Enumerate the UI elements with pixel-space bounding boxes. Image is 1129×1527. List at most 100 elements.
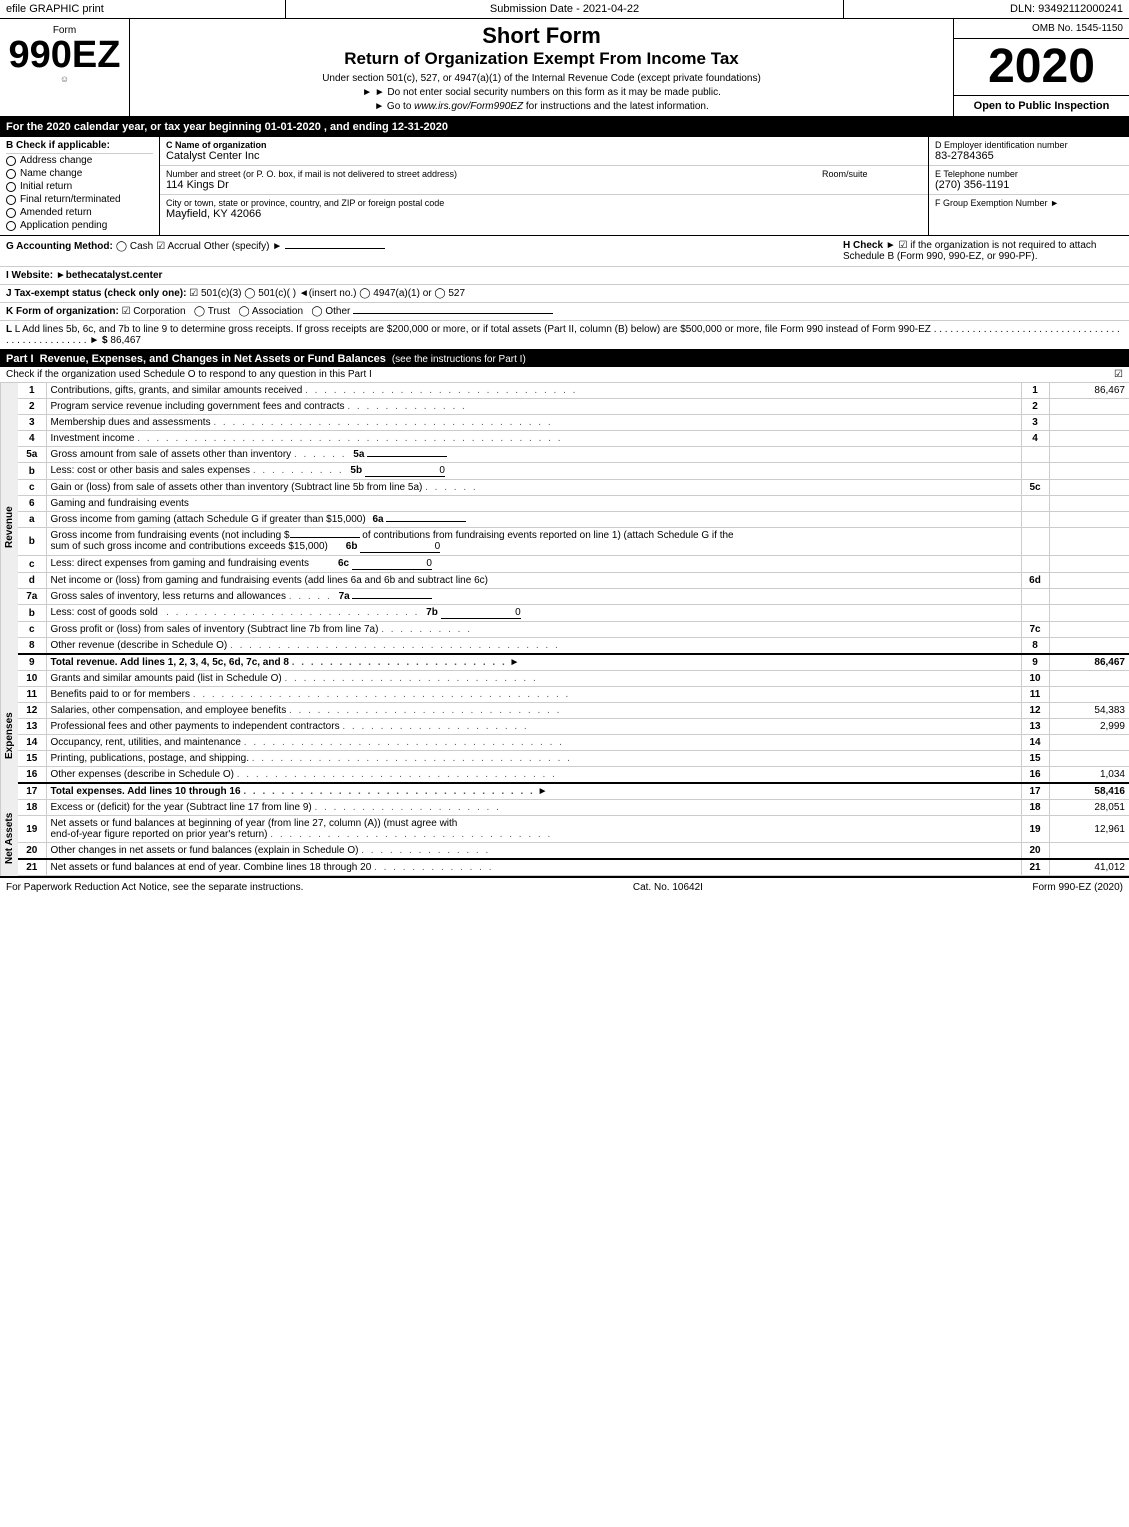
line-desc-10: Grants and similar amounts paid (list in… [46,671,1021,687]
line-ref-7b [1021,605,1049,622]
footer-mid: Cat. No. 10642I [633,882,703,893]
line-num-8: 8 [18,638,46,655]
line-num-5a: 5a [18,447,46,463]
omb-block: OMB No. 1545-1150 [954,19,1129,39]
check-col: B Check if applicable: Address change Na… [0,137,160,235]
phone-block: E Telephone number (270) 356-1191 [929,166,1129,195]
line-val-6b [1049,528,1129,556]
line-val-5a [1049,447,1129,463]
l-label: L [6,324,15,335]
table-row: 13 Professional fees and other payments … [18,719,1129,735]
line-val-7a [1049,589,1129,605]
line-desc-6d: Net income or (loss) from gaming and fun… [46,573,1021,589]
other-form-field [353,313,553,314]
line-desc-16: Other expenses (describe in Schedule O) … [46,767,1021,784]
radio-name[interactable] [6,169,16,179]
radio-final[interactable] [6,195,16,205]
line-desc-19: Net assets or fund balances at beginning… [46,816,1021,843]
line-ref-14: 14 [1021,735,1049,751]
line-val-6 [1049,496,1129,512]
room-label: Room/suite [822,169,922,179]
table-row: c Gain or (loss) from sale of assets oth… [18,480,1129,496]
line-ref-13: 13 [1021,719,1049,735]
j-options: ☑ 501(c)(3) ◯ 501(c)( ) ◄(insert no.) ◯ … [189,288,465,299]
line-num-18: 18 [18,800,46,816]
g-block: G Accounting Method: ◯ Cash ☑ Accrual Ot… [6,240,843,262]
line-desc-12: Salaries, other compensation, and employ… [46,703,1021,719]
l-value: 86,467 [110,335,141,346]
radio-amended[interactable] [6,208,16,218]
efile-label: efile GRAPHIC print [0,0,286,18]
line-ref-2: 2 [1021,399,1049,415]
top-bar: efile GRAPHIC print Submission Date - 20… [0,0,1129,19]
line-ref-6 [1021,496,1049,512]
table-row-total9: 9 Total revenue. Add lines 1, 2, 3, 4, 5… [18,654,1129,671]
line-val-13: 2,999 [1049,719,1129,735]
line-ref-16: 16 [1021,767,1049,784]
street-value: 114 Kings Dr [166,179,812,191]
d-label: D Employer identification number [935,140,1123,150]
line-desc-2: Program service revenue including govern… [46,399,1021,415]
line-val-5b [1049,463,1129,480]
line-num-21: 21 [18,859,46,876]
address-change-label: Address change [20,155,92,166]
line-desc-1: Contributions, gifts, grants, and simila… [46,383,1021,399]
table-row: c Less: direct expenses from gaming and … [18,556,1129,573]
part1-label: Part I [6,353,34,365]
line-desc-3: Membership dues and assessments . . . . … [46,415,1021,431]
year-block: 2020 [954,39,1129,96]
line-num-7a: 7a [18,589,46,605]
line-ref-7a [1021,589,1049,605]
line-val-14 [1049,735,1129,751]
g-label: G Accounting Method: [6,241,113,252]
line-desc-13: Professional fees and other payments to … [46,719,1021,735]
table-row: 15 Printing, publications, postage, and … [18,751,1129,767]
k-row: K Form of organization: ☑ Corporation ◯ … [0,303,1129,321]
center-header: Short Form Return of Organization Exempt… [130,19,954,116]
radio-address[interactable] [6,156,16,166]
city-row: City or town, state or province, country… [160,195,928,223]
line-val-6a [1049,512,1129,528]
ein-value: 83-2784365 [935,150,1123,162]
line-num-6d: d [18,573,46,589]
line-num-20: 20 [18,843,46,860]
assoc-label: ◯ Association [238,306,303,317]
line-val-17: 58,416 [1049,783,1129,800]
line-ref-6a [1021,512,1049,528]
line-val-20 [1049,843,1129,860]
table-row: 7a Gross sales of inventory, less return… [18,589,1129,605]
radio-pending[interactable] [6,221,16,231]
line-num-14: 14 [18,735,46,751]
line-num-6c: c [18,556,46,573]
table-row: 18 Excess or (deficit) for the year (Sub… [18,800,1129,816]
line-num-6a: a [18,512,46,528]
table-row: 11 Benefits paid to or for members . . .… [18,687,1129,703]
table-row: 21 Net assets or fund balances at end of… [18,859,1129,876]
table-row: 14 Occupancy, rent, utilities, and maint… [18,735,1129,751]
net-assets-side-label: Net Assets [0,800,18,876]
table-row: 19 Net assets or fund balances at beginn… [18,816,1129,843]
line-desc-7c: Gross profit or (loss) from sales of inv… [46,622,1021,638]
table-row: 20 Other changes in net assets or fund b… [18,843,1129,860]
k-label: K Form of organization: [6,306,119,317]
line-desc-11: Benefits paid to or for members . . . . … [46,687,1021,703]
line-val-6d [1049,573,1129,589]
check-final: Final return/terminated [6,193,153,206]
line-desc-5b: Less: cost or other basis and sales expe… [46,463,1021,480]
part1-title: Revenue, Expenses, and Changes in Net As… [40,353,386,365]
other-field [285,248,385,249]
h-check: ☑ [898,240,907,251]
footer-left: For Paperwork Reduction Act Notice, see … [6,882,303,893]
line-ref-6d: 6d [1021,573,1049,589]
info-grid: B Check if applicable: Address change Na… [0,137,1129,351]
table-row: 1 Contributions, gifts, grants, and simi… [18,383,1129,399]
line-val-16: 1,034 [1049,767,1129,784]
form-number-block: Form 990EZ ☺ [0,19,130,116]
line-desc-15: Printing, publications, postage, and shi… [46,751,1021,767]
radio-initial[interactable] [6,182,16,192]
corp-label: ☑ Corporation [122,306,186,317]
line-ref-1: 1 [1021,383,1049,399]
line-num-9: 9 [18,654,46,671]
name-change-label: Name change [20,168,82,179]
line-ref-5b [1021,463,1049,480]
